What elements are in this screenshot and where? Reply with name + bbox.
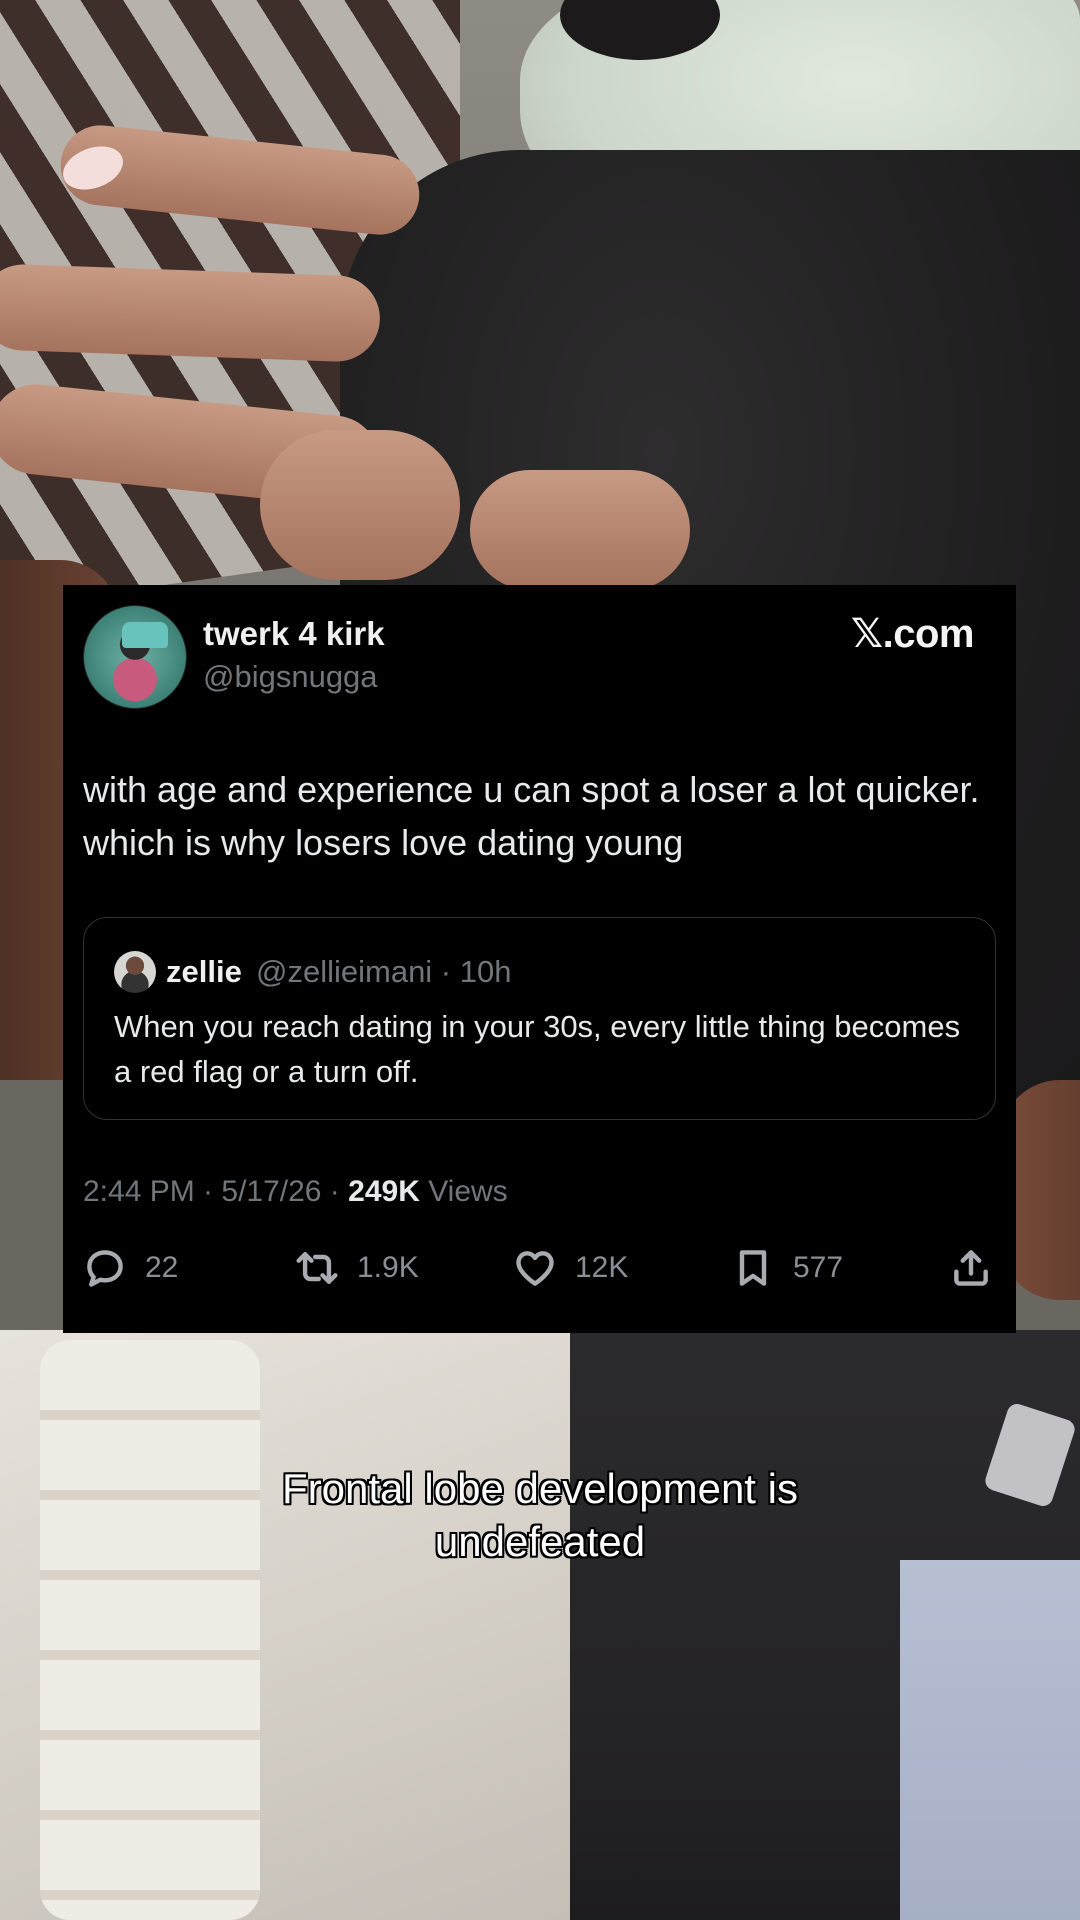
views-count: 249K <box>348 1175 420 1208</box>
bg-ruffle <box>40 1340 260 1920</box>
bg-blue-fabric <box>900 1560 1080 1920</box>
quoted-author-name: zellie <box>166 954 242 989</box>
video-caption: Frontal lobe development is undefeated <box>0 1462 1080 1568</box>
tweet-meta: 2:44 PM · 5/17/26 · 249K Views <box>83 1175 508 1209</box>
tweet-text: with age and experience u can spot a los… <box>83 769 980 863</box>
bookmark-icon <box>739 1250 767 1286</box>
reply-count: 22 <box>145 1251 179 1284</box>
like-count: 12K <box>575 1251 629 1284</box>
tweet-card[interactable]: twerk 4 kirk @bigsnugga 𝕏.com with age a… <box>63 585 1016 1333</box>
bookmark-button[interactable]: 577 <box>731 1240 843 1296</box>
quoted-tweet[interactable]: zellie @zellieimani · 10h When you reach… <box>83 917 996 1120</box>
avatar-hat-shape <box>122 622 168 648</box>
quoted-tweet-text: When you reach dating in your 30s, every… <box>114 1009 961 1089</box>
quoted-author-handle-time: @zellieimani · 10h <box>256 954 512 989</box>
like-icon <box>516 1251 554 1286</box>
author-name[interactable]: twerk 4 kirk <box>203 615 385 653</box>
share-button[interactable] <box>949 1240 1011 1296</box>
share-icon <box>954 1250 988 1286</box>
quoted-author-avatar <box>114 951 156 993</box>
caption-line-1: Frontal lobe development is <box>282 1465 798 1512</box>
x-logo-brand: 𝕏.com <box>850 612 975 656</box>
author-avatar[interactable] <box>83 605 187 709</box>
like-button[interactable]: 12K <box>513 1240 628 1296</box>
repost-button[interactable]: 1.9K <box>295 1240 419 1296</box>
caption-line-2: undefeated <box>434 1518 646 1565</box>
views-label: Views <box>419 1175 508 1208</box>
author-handle[interactable]: @bigsnugga <box>203 659 378 695</box>
tweet-timestamp: 2:44 PM · 5/17/26 · <box>83 1175 349 1208</box>
bookmark-count: 577 <box>793 1251 844 1284</box>
repost-count: 1.9K <box>357 1251 419 1284</box>
reply-button[interactable]: 22 <box>83 1240 178 1296</box>
action-bar: 22 1.9K 12K 577 <box>83 1240 996 1296</box>
reply-icon <box>87 1250 123 1287</box>
repost-icon <box>296 1252 338 1284</box>
